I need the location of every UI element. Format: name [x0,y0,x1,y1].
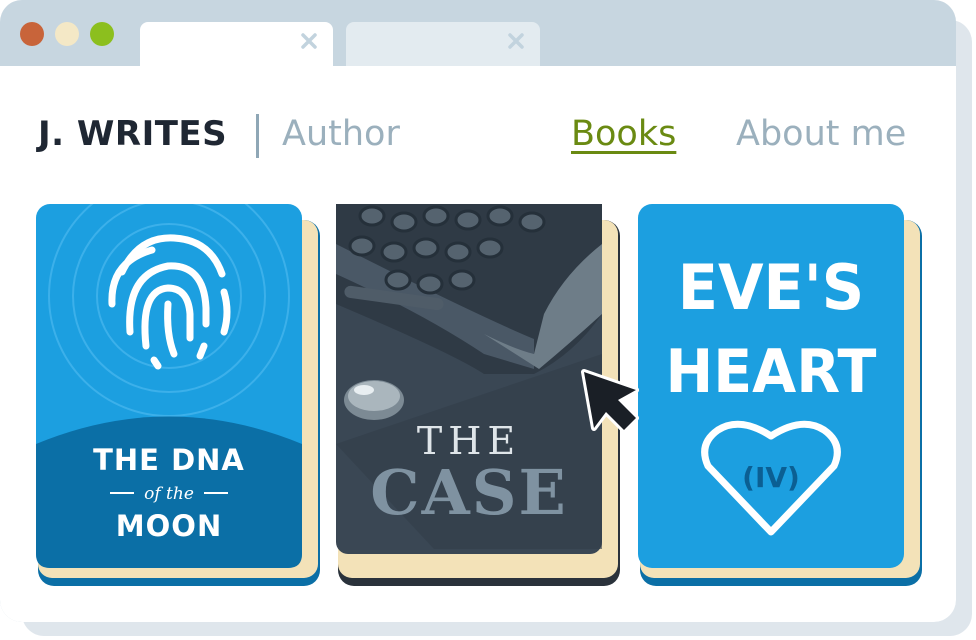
tab-active[interactable] [140,22,333,66]
site-tagline: Author [282,114,400,154]
title-bar [0,0,956,66]
maximize-window-button[interactable] [90,22,114,46]
tab-inactive[interactable] [346,22,540,66]
book-eves-heart[interactable]: EVE'S HEART (IV) [636,204,926,588]
close-window-button[interactable] [20,22,44,46]
book-title-line1: EVE'S [678,253,864,325]
book-title-line3: MOON [116,509,222,543]
book-dna-of-the-moon[interactable]: THE DNA of the MOON [34,204,324,588]
book-title-line1: THE DNA [93,443,245,477]
nav-about-link[interactable]: About me [736,114,906,154]
page-content: J. WRITES Author Books About me THE DNA … [0,66,956,622]
book-title-line2: HEART [666,337,877,407]
book-title-line2: of the [144,484,194,504]
book-title-line2: CASE [370,456,567,529]
book-title-line3: (IV) [742,461,800,494]
tab-close-icon[interactable] [506,31,526,51]
browser-window: J. WRITES Author Books About me THE DNA … [0,0,956,622]
tab-close-icon[interactable] [299,31,319,51]
pointer-cursor-icon [581,369,639,433]
nav-books-link[interactable]: Books [571,114,676,154]
minimize-window-button[interactable] [55,22,79,46]
brand-divider [256,114,259,158]
site-brand[interactable]: J. WRITES [38,114,227,154]
